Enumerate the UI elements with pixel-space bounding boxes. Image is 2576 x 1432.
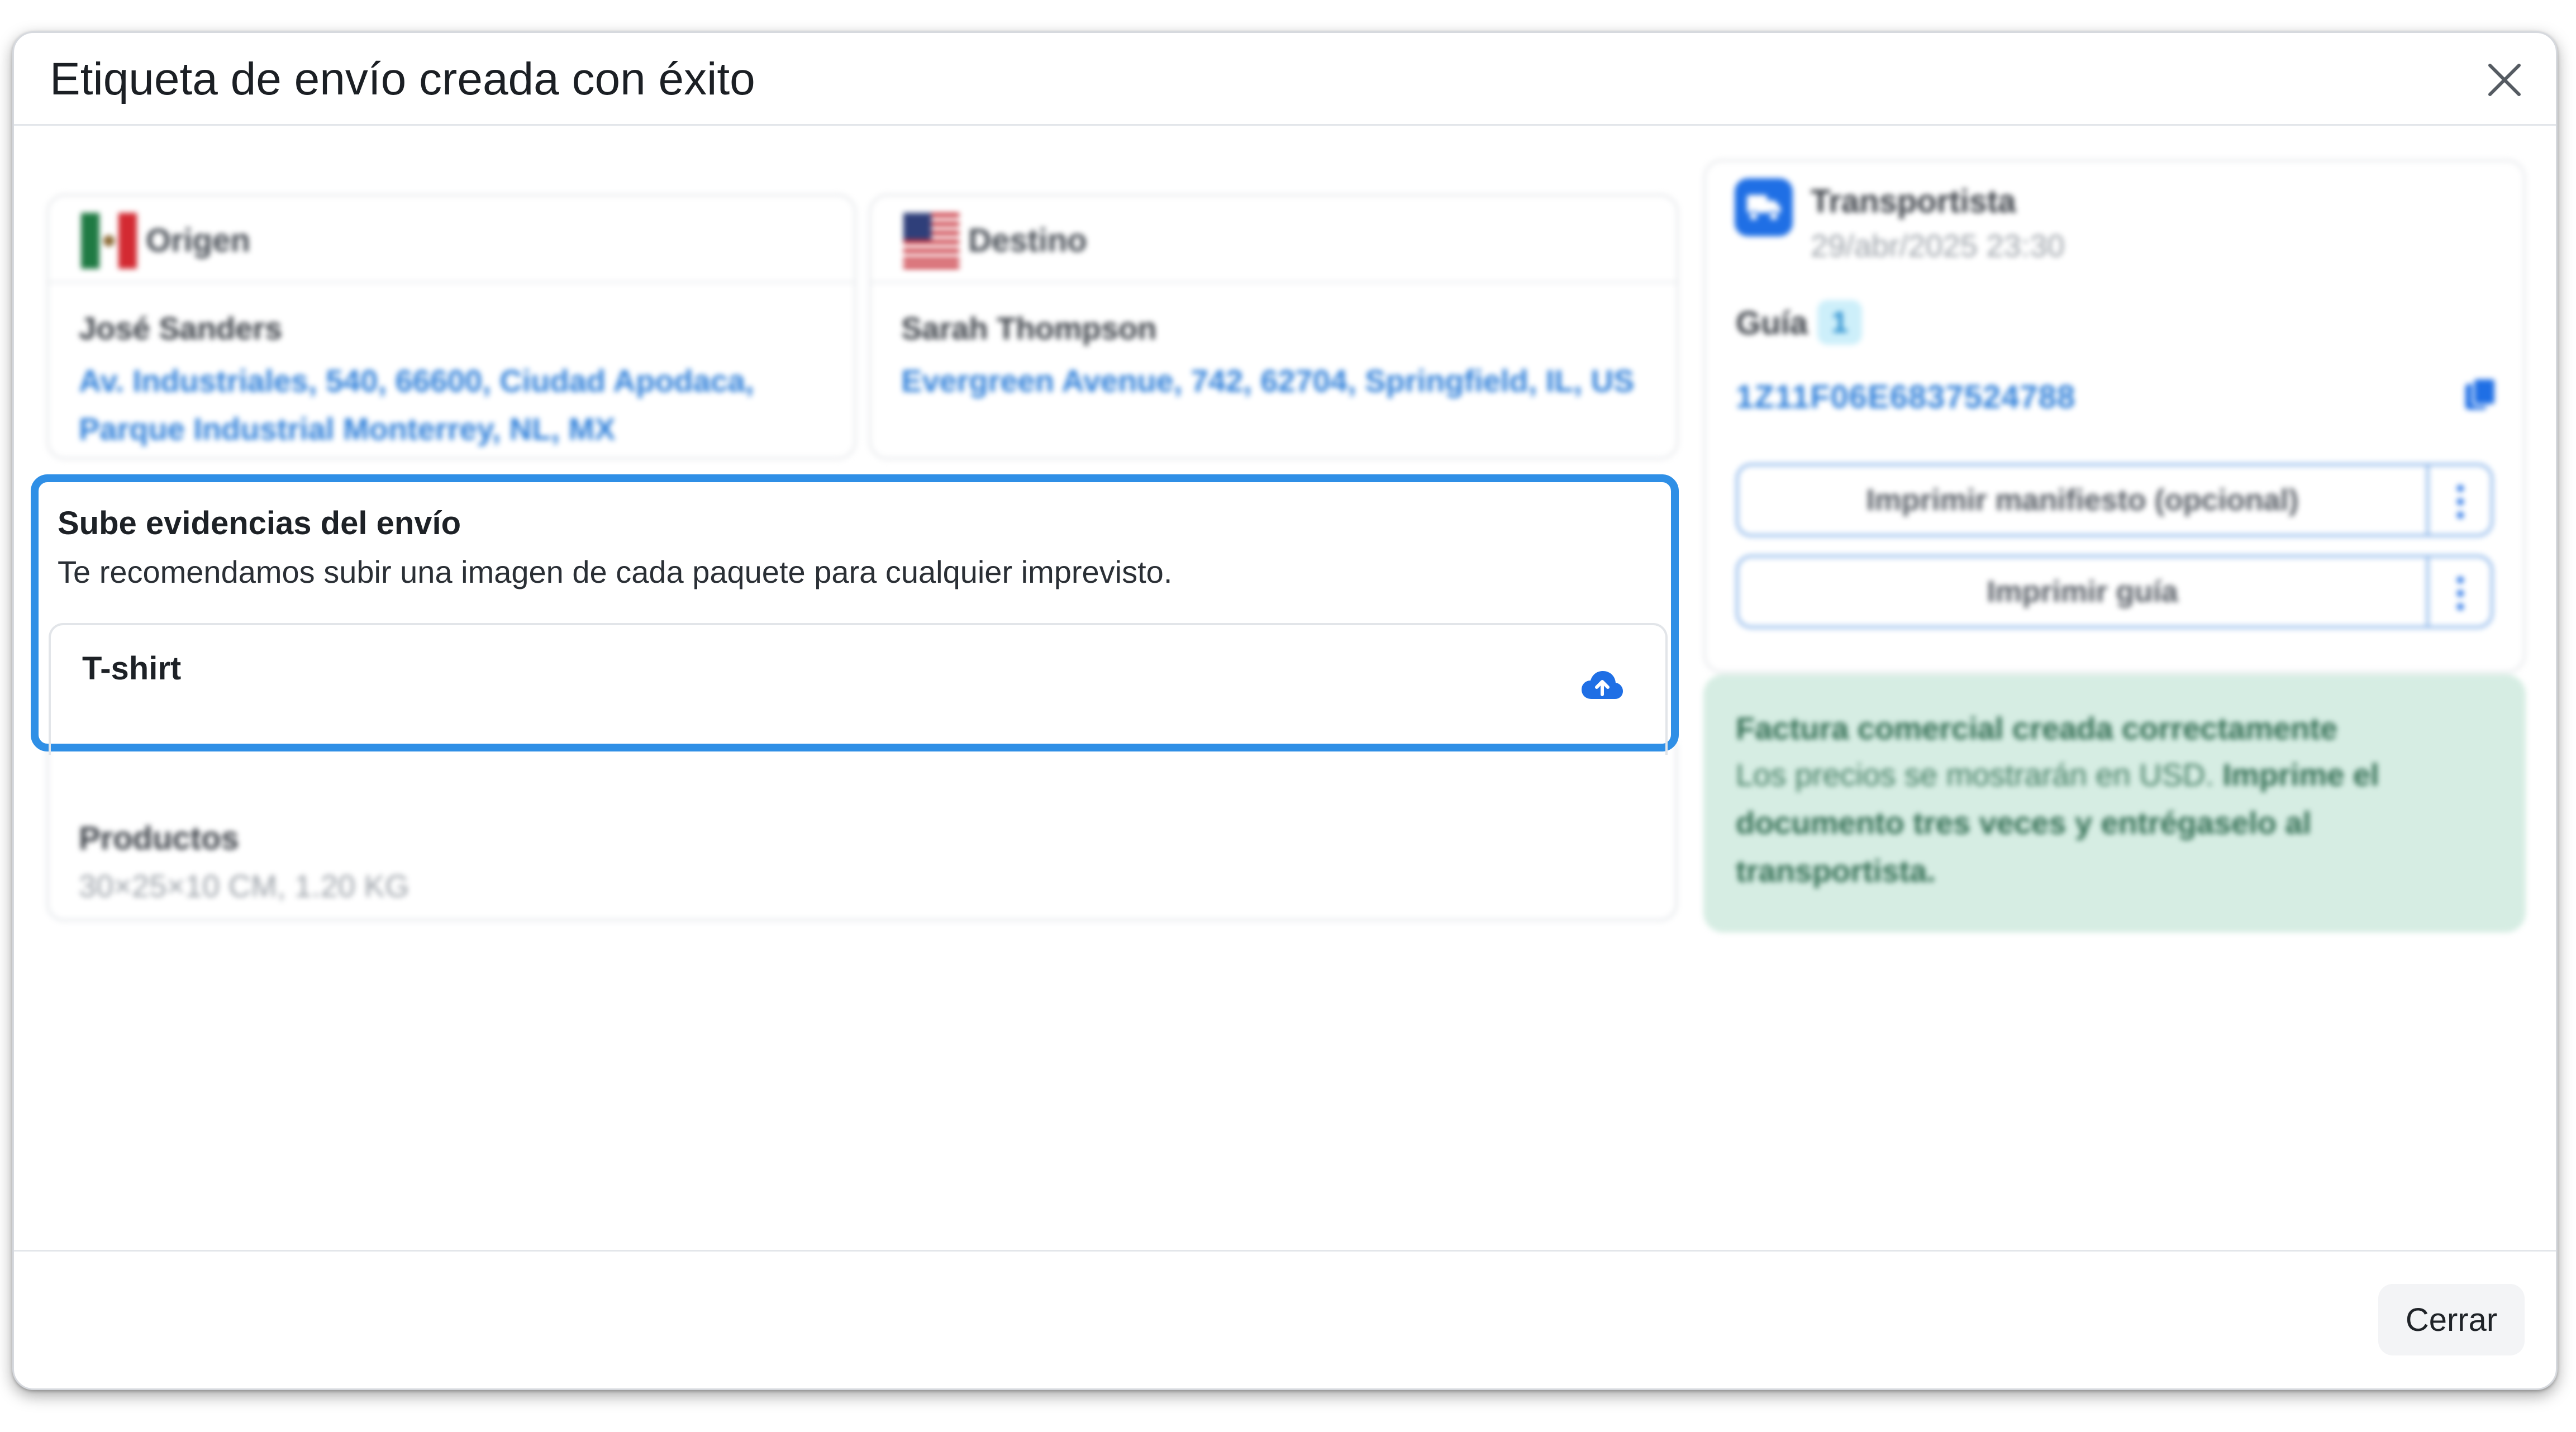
- destination-card: Destino Sarah Thompson Evergreen Avenue,…: [869, 194, 1679, 460]
- print-guide-button[interactable]: Imprimir guía: [1736, 555, 2493, 629]
- print-manifest-menu-icon[interactable]: [2429, 466, 2491, 534]
- destination-card-header: Destino: [871, 196, 1677, 283]
- modal-title: Etiqueta de envío creada con éxito: [50, 54, 755, 104]
- close-button[interactable]: Cerrar: [2378, 1284, 2525, 1355]
- usa-flag-icon: [903, 213, 959, 269]
- products-card: Productos 30×25×10 CM, 1.20 KG: [46, 731, 1678, 921]
- copy-icon[interactable]: [2461, 375, 2501, 415]
- destination-name: Sarah Thompson: [901, 311, 1157, 346]
- modal-header: Etiqueta de envío creada con éxito: [14, 33, 2556, 126]
- package-name: T-shirt: [82, 650, 182, 687]
- mexico-flag-icon: [81, 213, 137, 269]
- origin-card-header: Origen: [49, 196, 854, 283]
- shipping-label-modal: Etiqueta de envío creada con éxito Orige…: [12, 31, 2558, 1390]
- products-dimensions: 30×25×10 CM, 1.20 KG: [79, 868, 410, 903]
- guide-count-badge: 1: [1817, 300, 1862, 345]
- truck-icon: [1735, 178, 1793, 236]
- package-row: T-shirt: [49, 623, 1668, 755]
- upload-title: Sube evidencias del envío: [58, 505, 461, 541]
- invoice-text: Los precios se mostrarán en USD. Imprime…: [1736, 751, 2493, 895]
- products-label: Productos: [79, 820, 239, 857]
- origin-card: Origen José Sanders Av. Industriales, 54…: [46, 194, 856, 460]
- invoice-notice: Factura comercial creada correctamente L…: [1703, 674, 2526, 933]
- destination-address[interactable]: Evergreen Avenue, 742, 62704, Springfiel…: [901, 357, 1655, 405]
- origin-label: Origen: [146, 222, 250, 259]
- guide-label: Guía: [1736, 305, 1808, 341]
- upload-description: Te recomendamos subir una imagen de cada…: [58, 554, 1173, 589]
- carrier-date: 29/abr/2025 23:30: [1811, 228, 2065, 263]
- print-manifest-label[interactable]: Imprimir manifiesto (opcional): [1739, 466, 2429, 534]
- carrier-title: Transportista: [1811, 183, 2016, 220]
- cloud-upload-icon[interactable]: [1580, 669, 1624, 702]
- close-icon[interactable]: [2482, 58, 2527, 102]
- carrier-card: Transportista 29/abr/2025 23:30 Guía 1 1…: [1703, 159, 2526, 673]
- tracking-number[interactable]: 1Z11F06E6837524788: [1736, 378, 2075, 416]
- print-guide-menu-icon[interactable]: [2429, 558, 2491, 626]
- invoice-text-regular: Los precios se mostrarán en USD.: [1736, 757, 2223, 792]
- origin-address[interactable]: Av. Industriales, 540, 66600, Ciudad Apo…: [79, 357, 833, 453]
- origin-name: José Sanders: [79, 311, 283, 346]
- invoice-title: Factura comercial creada correctamente: [1736, 711, 2337, 746]
- destination-label: Destino: [968, 222, 1087, 259]
- print-guide-label[interactable]: Imprimir guía: [1739, 558, 2429, 626]
- upload-evidence-section: Sube evidencias del envío Te recomendamo…: [31, 474, 1679, 755]
- print-manifest-button[interactable]: Imprimir manifiesto (opcional): [1736, 463, 2493, 537]
- modal-footer: Cerrar: [14, 1250, 2556, 1388]
